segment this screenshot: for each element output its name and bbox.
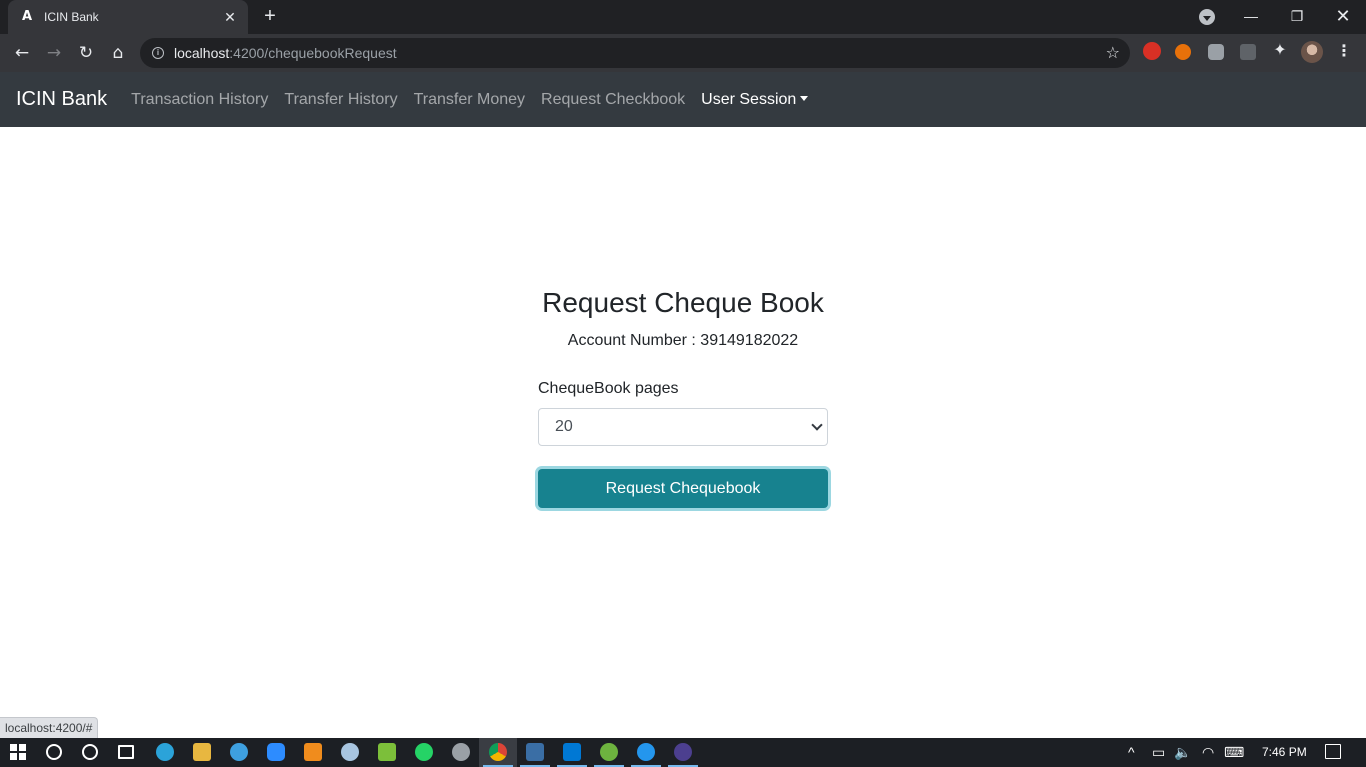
cortana-icon[interactable] (82, 744, 98, 760)
extension-icon[interactable] (1240, 44, 1256, 60)
sublime-text-icon[interactable] (304, 743, 322, 761)
home-icon[interactable]: ⌂ (107, 42, 129, 64)
main-content: Request Cheque Book Account Number : 391… (0, 127, 1366, 738)
forward-icon[interactable]: → (43, 42, 65, 64)
url-path: :4200/chequebookRequest (229, 45, 397, 61)
taskbar-clock[interactable]: 7:46 PM (1262, 745, 1307, 759)
chrome-icon[interactable] (489, 743, 507, 761)
chevron-down-icon (811, 419, 823, 431)
search-icon[interactable] (46, 744, 62, 760)
extension-icon[interactable] (1208, 44, 1224, 60)
profile-avatar[interactable] (1301, 41, 1323, 63)
nav-link-transaction-history[interactable]: Transaction History (131, 91, 268, 109)
vscode-icon[interactable] (563, 743, 581, 761)
tab-search-icon[interactable] (1199, 9, 1215, 25)
internet-explorer-icon[interactable] (230, 743, 248, 761)
notepad-icon[interactable] (378, 743, 396, 761)
app-navbar: ICIN Bank Transaction History Transfer H… (0, 72, 1366, 127)
spring-tool-suite-icon[interactable] (600, 743, 618, 761)
back-icon[interactable]: ← (11, 42, 33, 64)
windows-taskbar: ^ ▭ 🔈 ◠ ⌨ 7:46 PM (0, 738, 1366, 767)
tray-chevron-icon[interactable]: ^ (1128, 743, 1135, 761)
app-icon[interactable] (452, 743, 470, 761)
browser-tabstrip: A ICIN Bank ✕ + — ❐ ✕ (0, 0, 1366, 34)
page-title: Request Cheque Book (542, 287, 824, 318)
angular-favicon-icon: A (22, 9, 33, 24)
site-info-icon[interactable]: i (152, 47, 164, 59)
mysql-workbench-icon[interactable] (526, 743, 544, 761)
minimize-icon[interactable]: — (1228, 0, 1274, 32)
volume-icon[interactable]: 🔈 (1174, 743, 1191, 761)
bookmark-star-icon[interactable]: ☆ (1106, 43, 1120, 63)
link-status-bubble: localhost:4200/# (0, 717, 99, 738)
request-chequebook-button[interactable]: Request Chequebook (538, 469, 828, 508)
nav-link-request-checkbook[interactable]: Request Checkbook (541, 91, 685, 109)
account-number: Account Number : 39149182022 (567, 332, 799, 349)
keyboard-icon[interactable]: ⌨ (1224, 743, 1244, 761)
user-session-dropdown[interactable]: User Session (701, 90, 809, 109)
close-tab-icon[interactable]: ✕ (222, 9, 238, 26)
file-explorer-icon[interactable] (193, 743, 211, 761)
address-bar[interactable]: i localhost:4200/chequebookRequest ☆ (140, 38, 1130, 68)
url-text: localhost:4200/chequebookRequest (174, 45, 397, 61)
battery-icon[interactable]: ▭ (1152, 743, 1165, 761)
task-view-icon[interactable] (118, 745, 134, 759)
docker-icon[interactable] (637, 743, 655, 761)
extension-icon[interactable] (1175, 44, 1191, 60)
window-close-icon[interactable]: ✕ (1320, 0, 1366, 32)
nav-link-transfer-money[interactable]: Transfer Money (414, 91, 525, 109)
select-value: 20 (555, 418, 573, 435)
navbar-brand[interactable]: ICIN Bank (16, 88, 107, 111)
eclipse-icon[interactable] (674, 743, 692, 761)
browser-tab[interactable]: A ICIN Bank ✕ (8, 0, 248, 34)
steam-icon[interactable] (341, 743, 359, 761)
new-tab-icon[interactable]: + (260, 6, 280, 26)
notification-center-icon[interactable] (1325, 744, 1341, 759)
chequebook-pages-select[interactable]: 20 (538, 408, 828, 446)
browser-toolbar: ← → ↻ ⌂ i localhost:4200/chequebookReque… (0, 34, 1366, 72)
extensions-puzzle-icon[interactable]: ✦ (1271, 42, 1289, 60)
adblock-extension-icon[interactable] (1143, 42, 1161, 60)
caret-down-icon (800, 95, 809, 101)
user-session-label: User Session (701, 90, 797, 108)
wifi-icon[interactable]: ◠ (1202, 743, 1214, 761)
zoom-icon[interactable] (267, 743, 285, 761)
restore-icon[interactable]: ❐ (1274, 0, 1320, 32)
chequebook-pages-label: ChequeBook pages (538, 380, 679, 397)
browser-menu-icon[interactable]: ⋮ (1336, 41, 1352, 63)
windows-start-icon[interactable] (10, 744, 26, 760)
whatsapp-icon[interactable] (415, 743, 433, 761)
tab-title: ICIN Bank (44, 10, 99, 24)
url-host: localhost (174, 45, 230, 61)
edge-icon[interactable] (156, 743, 174, 761)
nav-link-transfer-history[interactable]: Transfer History (284, 91, 397, 109)
reload-icon[interactable]: ↻ (75, 42, 97, 64)
